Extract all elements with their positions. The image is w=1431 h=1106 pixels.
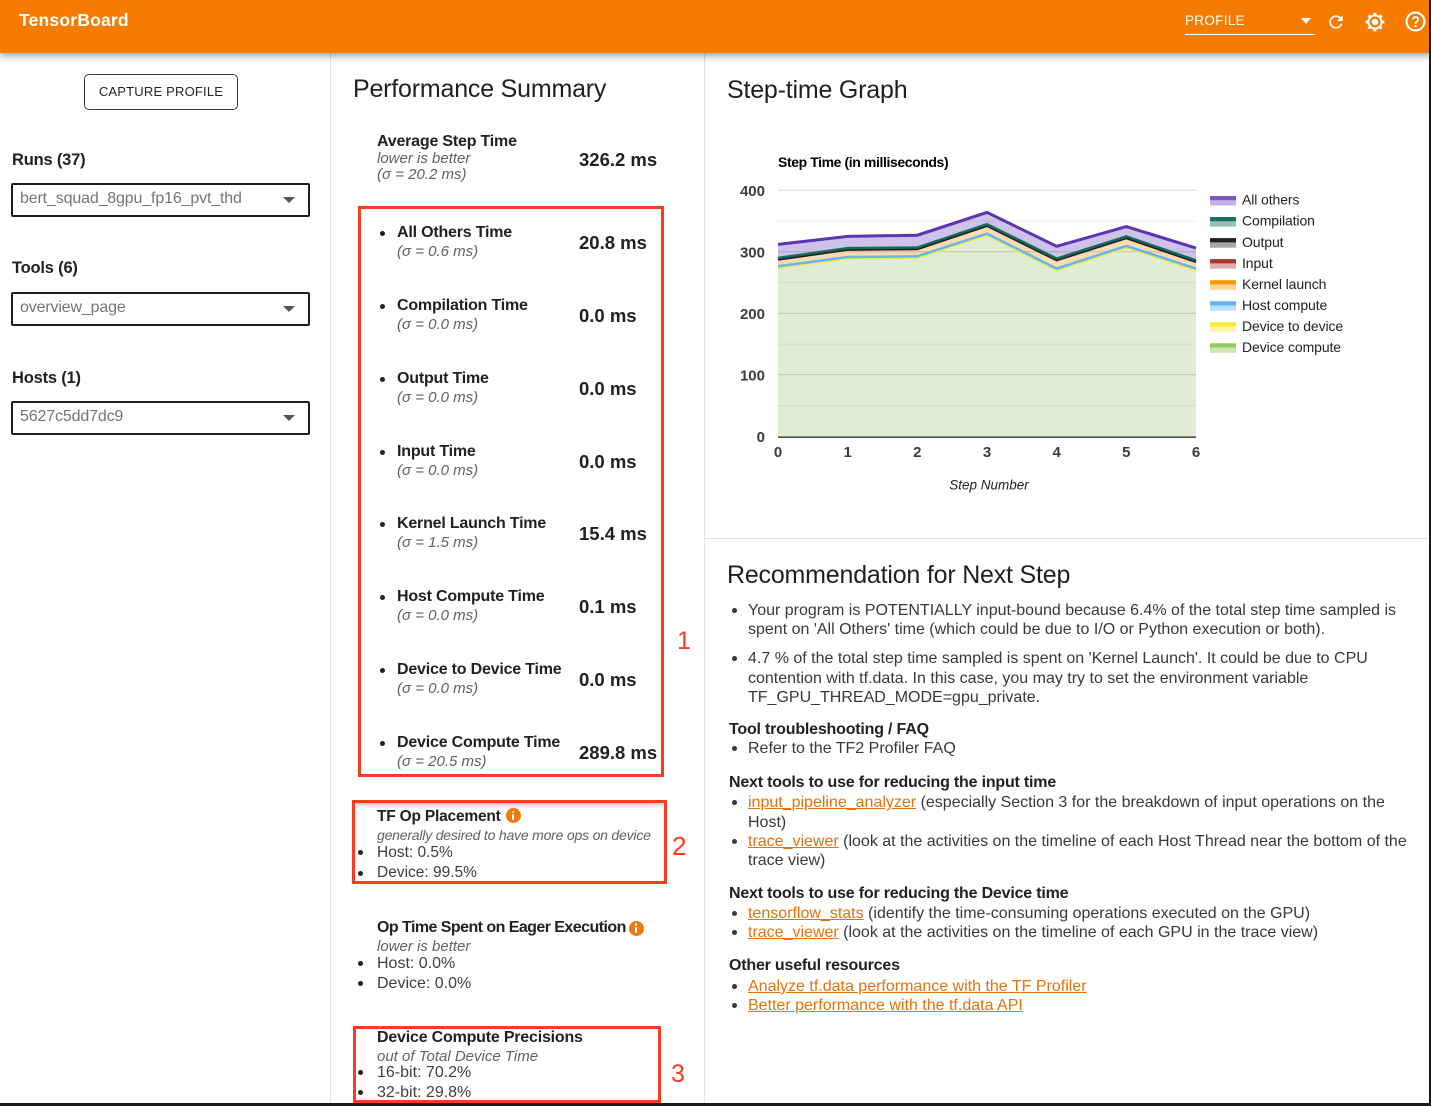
svg-text:Input: Input [1242,255,1273,271]
svg-text:All others: All others [1242,192,1299,208]
svg-text:4: 4 [1053,444,1062,461]
svg-text:Kernel launch: Kernel launch [1242,276,1326,292]
svg-text:Output: Output [1242,234,1284,250]
svg-text:0: 0 [757,429,765,446]
svg-text:0: 0 [774,444,782,461]
svg-text:Device compute: Device compute [1242,339,1341,355]
svg-text:Step Number: Step Number [949,478,1029,493]
svg-text:2: 2 [913,444,921,461]
svg-text:Step Time (in milliseconds): Step Time (in milliseconds) [778,154,948,170]
svg-text:Compilation: Compilation [1242,213,1315,229]
svg-text:Device to device: Device to device [1242,318,1343,334]
svg-text:6: 6 [1192,444,1200,461]
svg-text:200: 200 [740,306,765,323]
svg-text:300: 300 [740,245,765,262]
svg-text:3: 3 [983,444,991,461]
svg-text:Host compute: Host compute [1242,297,1327,313]
svg-text:1: 1 [844,444,852,461]
svg-text:5: 5 [1122,444,1130,461]
svg-text:400: 400 [740,183,765,200]
svg-text:100: 100 [740,368,765,385]
